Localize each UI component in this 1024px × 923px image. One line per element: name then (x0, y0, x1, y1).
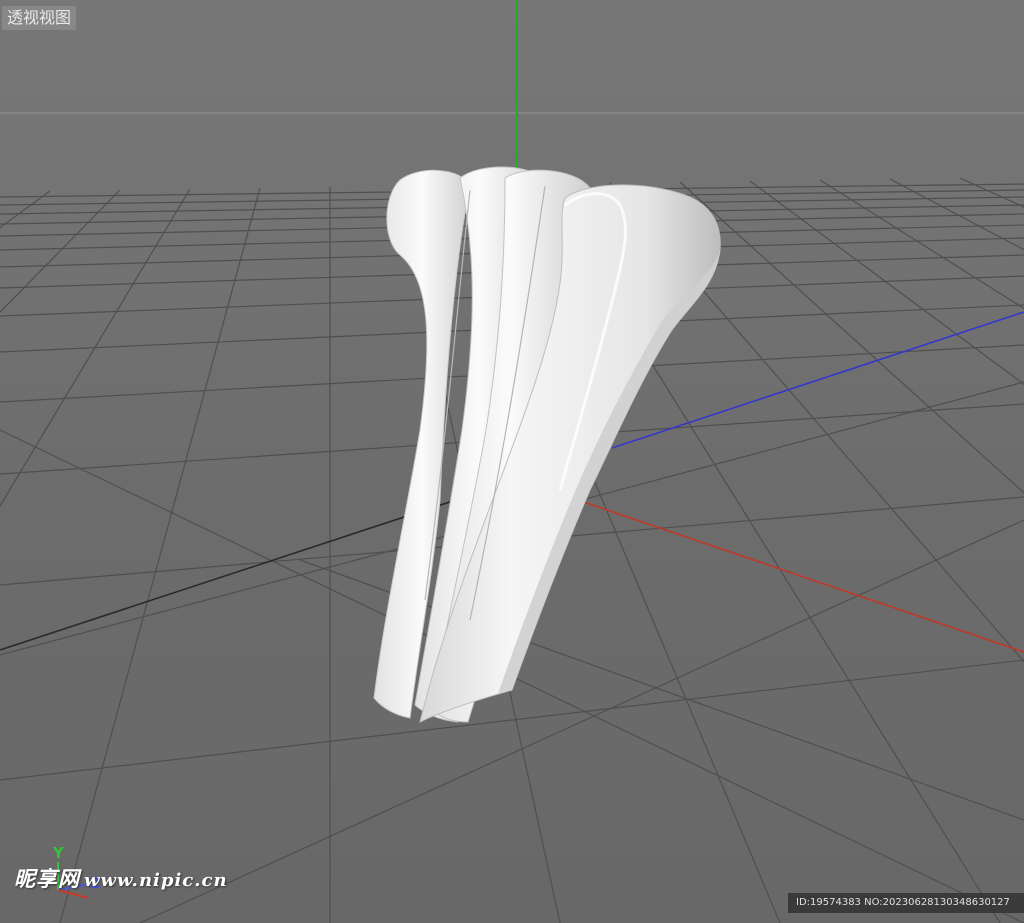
perspective-viewport[interactable]: 透视视图 Y Z 昵享网 www.nipic.cn ID:19574383 NO:… (0, 0, 1024, 923)
watermark-site: www.nipic.cn (84, 870, 228, 891)
watermark-brand: 昵享网 (14, 866, 80, 891)
x-axis-line (559, 493, 1024, 653)
viewport-label[interactable]: 透视视图 (2, 6, 77, 30)
gizmo-y-label: Y (53, 844, 64, 862)
watermark: 昵享网 www.nipic.cn (14, 863, 228, 893)
sculpted-leg-object[interactable] (373, 166, 721, 723)
image-id-bar: ID:19574383 NO:20230628130348630127 (788, 893, 1024, 913)
z-axis-line (611, 311, 1024, 449)
scene-canvas[interactable] (0, 0, 1024, 923)
